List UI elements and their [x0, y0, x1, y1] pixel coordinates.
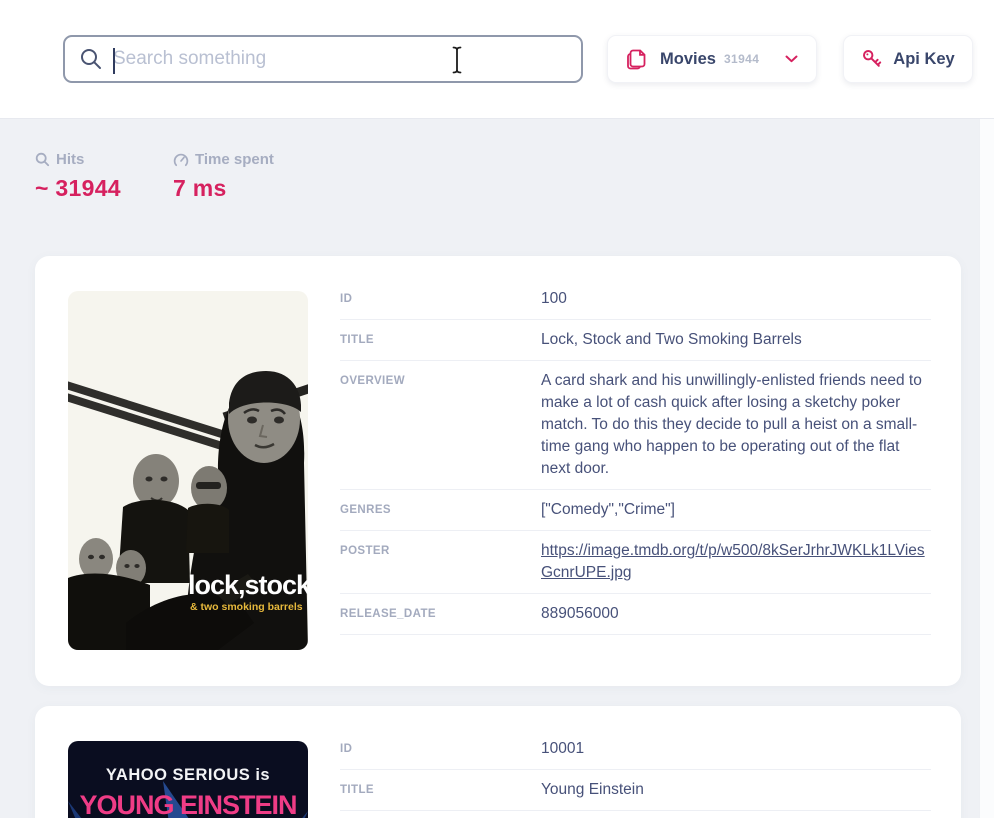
key-icon [861, 48, 883, 70]
field-row-id: ID 100 [340, 279, 931, 320]
chevron-down-icon [785, 55, 798, 63]
document-fields: ID 100 TITLE Lock, Stock and Two Smoking… [340, 279, 931, 635]
time-spent-stat: Time spent 7 ms [173, 151, 274, 202]
hits-label: Hits [56, 151, 84, 168]
api-key-label: Api Key [893, 50, 954, 69]
poster-subtitle-text: & two smoking barrels [190, 601, 303, 613]
document-fields: ID 10001 TITLE Young Einstein OVERVIEW A… [340, 729, 931, 818]
index-doc-count: 31944 [724, 52, 759, 66]
search-dashboard: Movies 31944 Api Key Hits ~ 31944 [0, 0, 994, 818]
search-icon [79, 47, 103, 71]
text-caret [113, 48, 115, 74]
field-row-genres: GENRES ["Comedy","Crime"] [340, 490, 931, 531]
time-spent-label: Time spent [195, 151, 274, 168]
hits-stat: Hits ~ 31944 [35, 151, 121, 202]
movie-poster-image: lock,stock & two smoking barrels [68, 291, 308, 650]
poster-title-text: lock,stock [188, 570, 308, 600]
index-selector[interactable]: Movies 31944 [607, 35, 817, 83]
field-row-release-date: RELEASE_DATE 889056000 [340, 594, 931, 635]
time-spent-icon [173, 152, 189, 168]
poster-lock-stock: lock,stock & two smoking barrels [68, 291, 308, 650]
field-row-overview: OVERVIEW A card shark and his unwillingl… [340, 361, 931, 490]
vertical-scrollbar[interactable] [979, 119, 994, 818]
hits-icon [35, 152, 50, 167]
search-input[interactable] [113, 48, 567, 70]
field-row-id: ID 10001 [340, 729, 931, 770]
poster-tagline-text: YAHOO SERIOUS is [106, 766, 270, 784]
poster-url-link[interactable]: https://image.tmdb.org/t/p/w500/8kSerJrh… [541, 542, 925, 581]
header-bar: Movies 31944 Api Key [0, 0, 994, 119]
field-row-title: TITLE Young Einstein [340, 770, 931, 811]
index-name: Movies [660, 50, 716, 69]
field-row-poster: POSTER https://image.tmdb.org/t/p/w500/8… [340, 531, 931, 594]
time-spent-value: 7 ms [173, 175, 274, 202]
text-cursor-pointer [450, 46, 464, 74]
movie-poster-image: YAHOO SERIOUS is YOUNG EINSTEIN [68, 741, 308, 818]
hits-value: ~ 31944 [35, 175, 121, 202]
documents-icon [626, 48, 647, 71]
poster-title-text: YOUNG EINSTEIN [79, 790, 296, 818]
result-card: YAHOO SERIOUS is YOUNG EINSTEIN ID 10001… [35, 706, 961, 818]
search-box[interactable] [63, 35, 583, 83]
field-row-title: TITLE Lock, Stock and Two Smoking Barrel… [340, 320, 931, 361]
api-key-button[interactable]: Api Key [843, 35, 973, 83]
poster-young-einstein: YAHOO SERIOUS is YOUNG EINSTEIN [68, 741, 308, 818]
field-row-overview: OVERVIEW Albert Einstein is the son of a… [340, 811, 931, 818]
result-card: lock,stock & two smoking barrels ID 100 … [35, 256, 961, 686]
